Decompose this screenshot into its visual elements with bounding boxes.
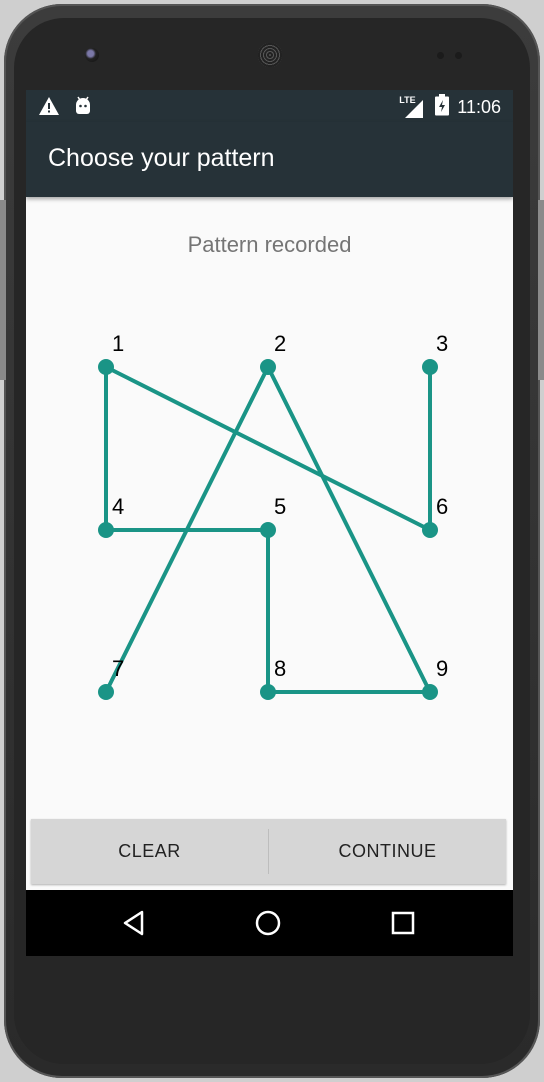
button-bar: CLEAR CONTINUE: [31, 819, 506, 884]
app-bar: Choose your pattern: [26, 122, 513, 197]
status-bar: LTE 11:06: [26, 90, 513, 122]
pattern-dot-label: 1: [112, 331, 124, 356]
pattern-dot-label: 4: [112, 494, 124, 519]
pattern-dot-9[interactable]: [422, 684, 438, 700]
pattern-dot-label: 3: [436, 331, 448, 356]
pattern-dot-8[interactable]: [260, 684, 276, 700]
status-clock: 11:06: [457, 97, 501, 117]
battery-icon: [435, 94, 450, 121]
pattern-dot-label: 6: [436, 494, 448, 519]
earpiece-speaker: [258, 43, 282, 67]
recents-icon[interactable]: [382, 902, 424, 944]
continue-button[interactable]: CONTINUE: [269, 819, 506, 884]
volume-button: [538, 200, 544, 380]
network-type-label: LTE: [399, 94, 416, 105]
pattern-dot-6[interactable]: [422, 522, 438, 538]
pattern-dot-label: 8: [274, 656, 286, 681]
back-icon[interactable]: [113, 902, 155, 944]
page-title: Choose your pattern: [48, 144, 275, 172]
pattern-dot-label: 9: [436, 656, 448, 681]
front-camera: [85, 48, 99, 62]
screen: LTE 11:06 Choose your pattern Pattern re…: [26, 90, 513, 956]
pattern-dot-label: 7: [112, 656, 124, 681]
home-icon[interactable]: [247, 902, 289, 944]
power-button: [0, 200, 6, 380]
pattern-dot-label: 5: [274, 494, 286, 519]
android-icon: [74, 96, 92, 121]
navigation-bar: [26, 890, 513, 956]
signal-icon: LTE: [399, 94, 427, 119]
pattern-dot-2[interactable]: [260, 359, 276, 375]
pattern-grid[interactable]: 1 2 3 4 5 6 7 8 9: [26, 197, 513, 817]
pattern-segment: [104, 365, 432, 532]
pattern-dot-label: 2: [274, 331, 286, 356]
clear-button[interactable]: CLEAR: [31, 819, 268, 884]
light-sensor: [455, 52, 462, 59]
pattern-dot-5[interactable]: [260, 522, 276, 538]
pattern-dot-1[interactable]: [98, 359, 114, 375]
warning-icon: [38, 96, 60, 121]
pattern-dot-7[interactable]: [98, 684, 114, 700]
proximity-sensor: [437, 52, 444, 59]
pattern-segment: [266, 365, 432, 694]
pattern-dot-4[interactable]: [98, 522, 114, 538]
pattern-dot-3[interactable]: [422, 359, 438, 375]
